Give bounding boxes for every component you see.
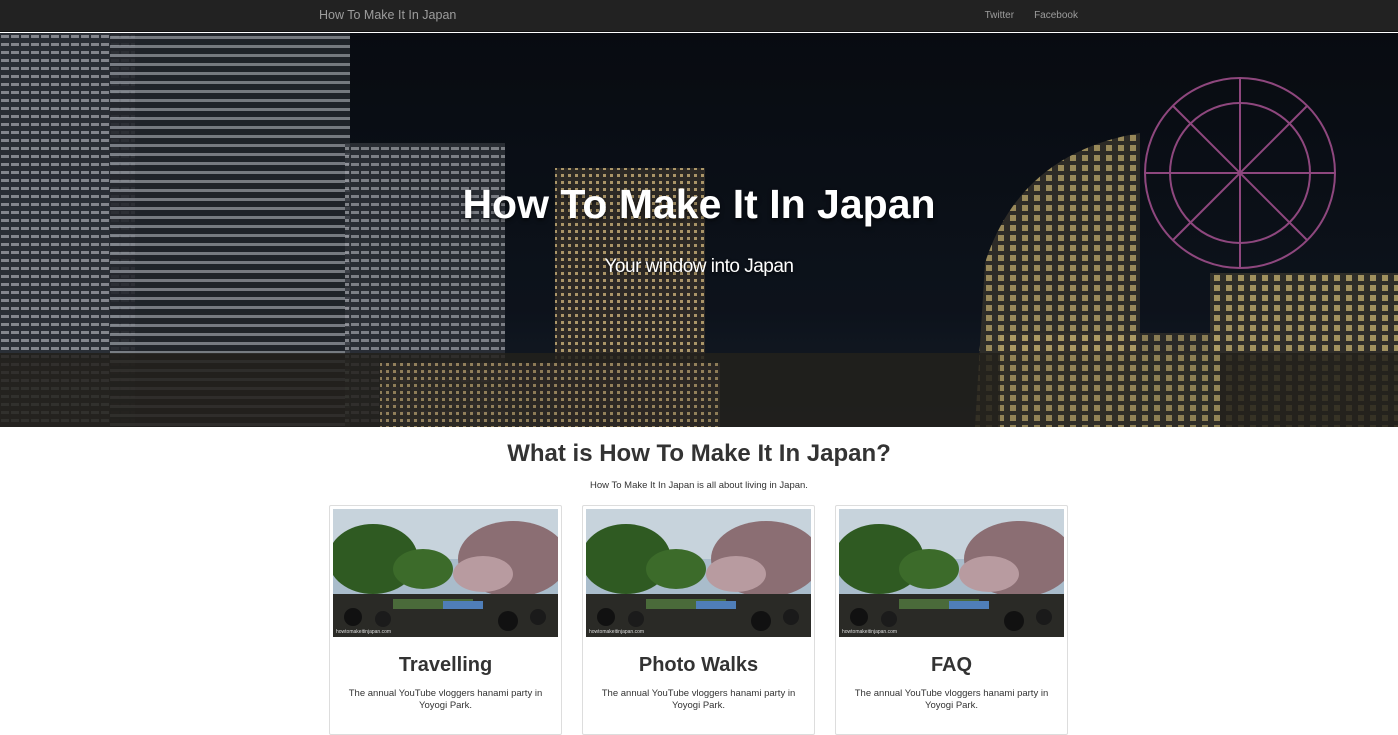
card-title: Travelling	[398, 654, 493, 676]
card-title: FAQ	[930, 654, 973, 676]
hero-title: How To Make It In Japan	[462, 181, 936, 227]
about-text: How To Make It In Japan is all about liv…	[590, 480, 808, 491]
navbar-brand-link[interactable]: How To Make It In Japan	[319, 8, 456, 22]
card-faq[interactable]: howtomakeitinjapan.com FAQ The annual Yo…	[835, 505, 1068, 735]
card-park-photo: howtomakeitinjapan.com	[586, 509, 811, 637]
card-park-photo: howtomakeitinjapan.com	[333, 509, 558, 637]
photo-watermark: howtomakeitinjapan.com	[842, 629, 897, 635]
top-navbar: How To Make It In Japan Twitter Facebook	[0, 0, 1398, 32]
nav-link-facebook[interactable]: Facebook	[1034, 10, 1078, 21]
card-photo-walks[interactable]: howtomakeitinjapan.com Photo Walks The a…	[582, 505, 815, 735]
hero-subtitle: Your window into Japan	[604, 256, 795, 277]
navbar-links: Twitter Facebook	[985, 10, 1078, 21]
card-text: The annual YouTube vloggers hanami party…	[854, 688, 1049, 711]
card-text: The annual YouTube vloggers hanami party…	[348, 688, 543, 711]
card-park-photo: howtomakeitinjapan.com	[839, 509, 1064, 637]
photo-watermark: howtomakeitinjapan.com	[589, 629, 644, 635]
hero-banner: How To Make It In Japan Your window into…	[0, 33, 1398, 427]
about-heading: What is How To Make It In Japan?	[507, 440, 891, 467]
photo-watermark: howtomakeitinjapan.com	[336, 629, 391, 635]
card-travelling[interactable]: howtomakeitinjapan.com Travelling The an…	[329, 505, 562, 735]
nav-link-twitter[interactable]: Twitter	[985, 10, 1014, 21]
card-title: Photo Walks	[638, 654, 759, 676]
hero-city-night-image	[0, 33, 1398, 427]
card-text: The annual YouTube vloggers hanami party…	[601, 688, 796, 711]
